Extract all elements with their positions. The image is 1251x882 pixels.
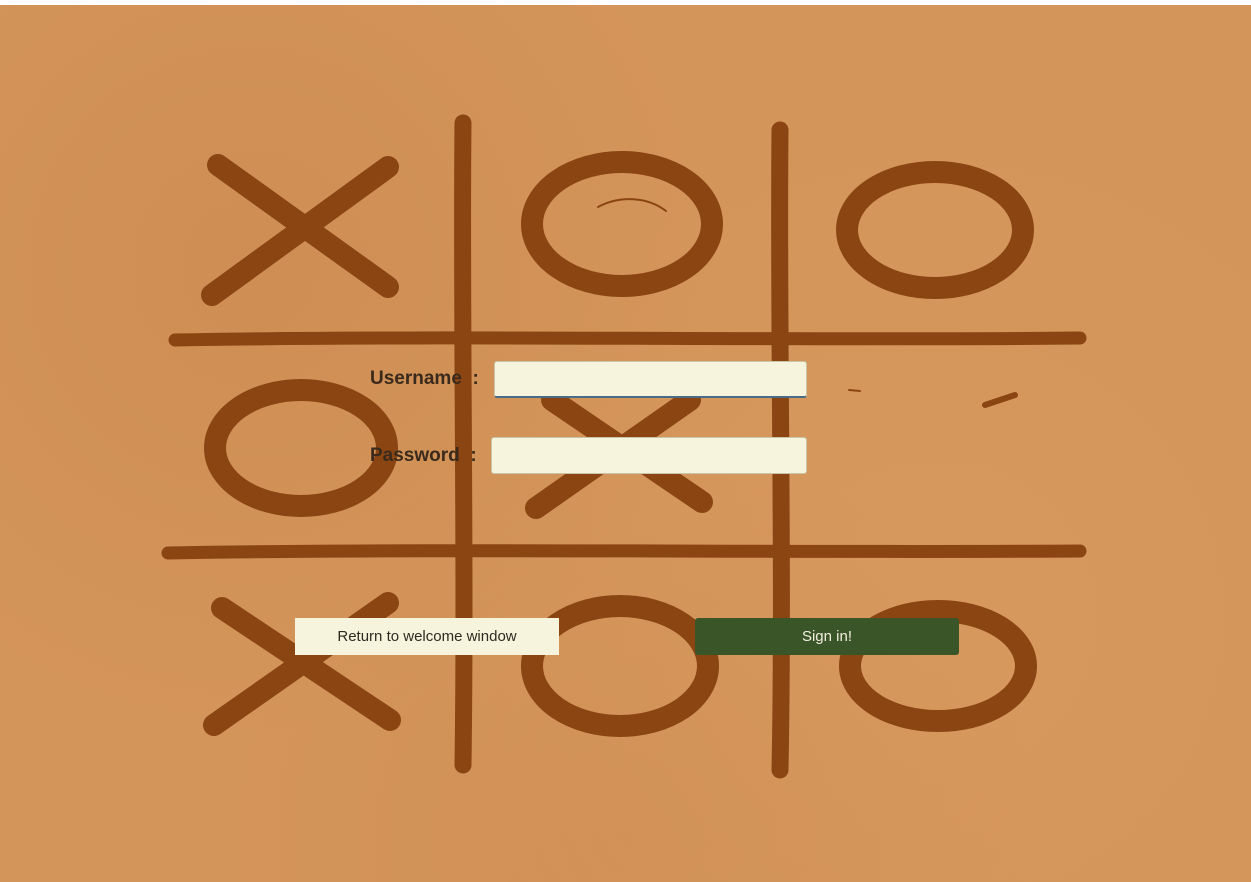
password-input[interactable] — [491, 437, 807, 474]
board-line-horizontal-top — [168, 331, 1087, 347]
username-label: Username : — [370, 368, 479, 389]
ink-smudge — [982, 392, 1018, 408]
cell-x-mark — [201, 154, 399, 306]
cell-o-mark — [204, 379, 398, 517]
login-window: Username : Password : Return to welcome … — [0, 5, 1251, 882]
sign-in-button[interactable]: Sign in! — [695, 618, 959, 655]
cell-o-mark-stroke-detail — [597, 198, 667, 212]
return-to-welcome-button[interactable]: Return to welcome window — [295, 618, 559, 655]
ink-smudge — [848, 389, 861, 392]
password-label: Password : — [370, 445, 477, 466]
cell-o-mark — [836, 161, 1034, 299]
username-input[interactable] — [494, 361, 807, 398]
board-line-horizontal-bottom — [161, 544, 1087, 560]
board-line-vertical-left — [454, 114, 473, 774]
cell-o-mark — [521, 151, 723, 297]
